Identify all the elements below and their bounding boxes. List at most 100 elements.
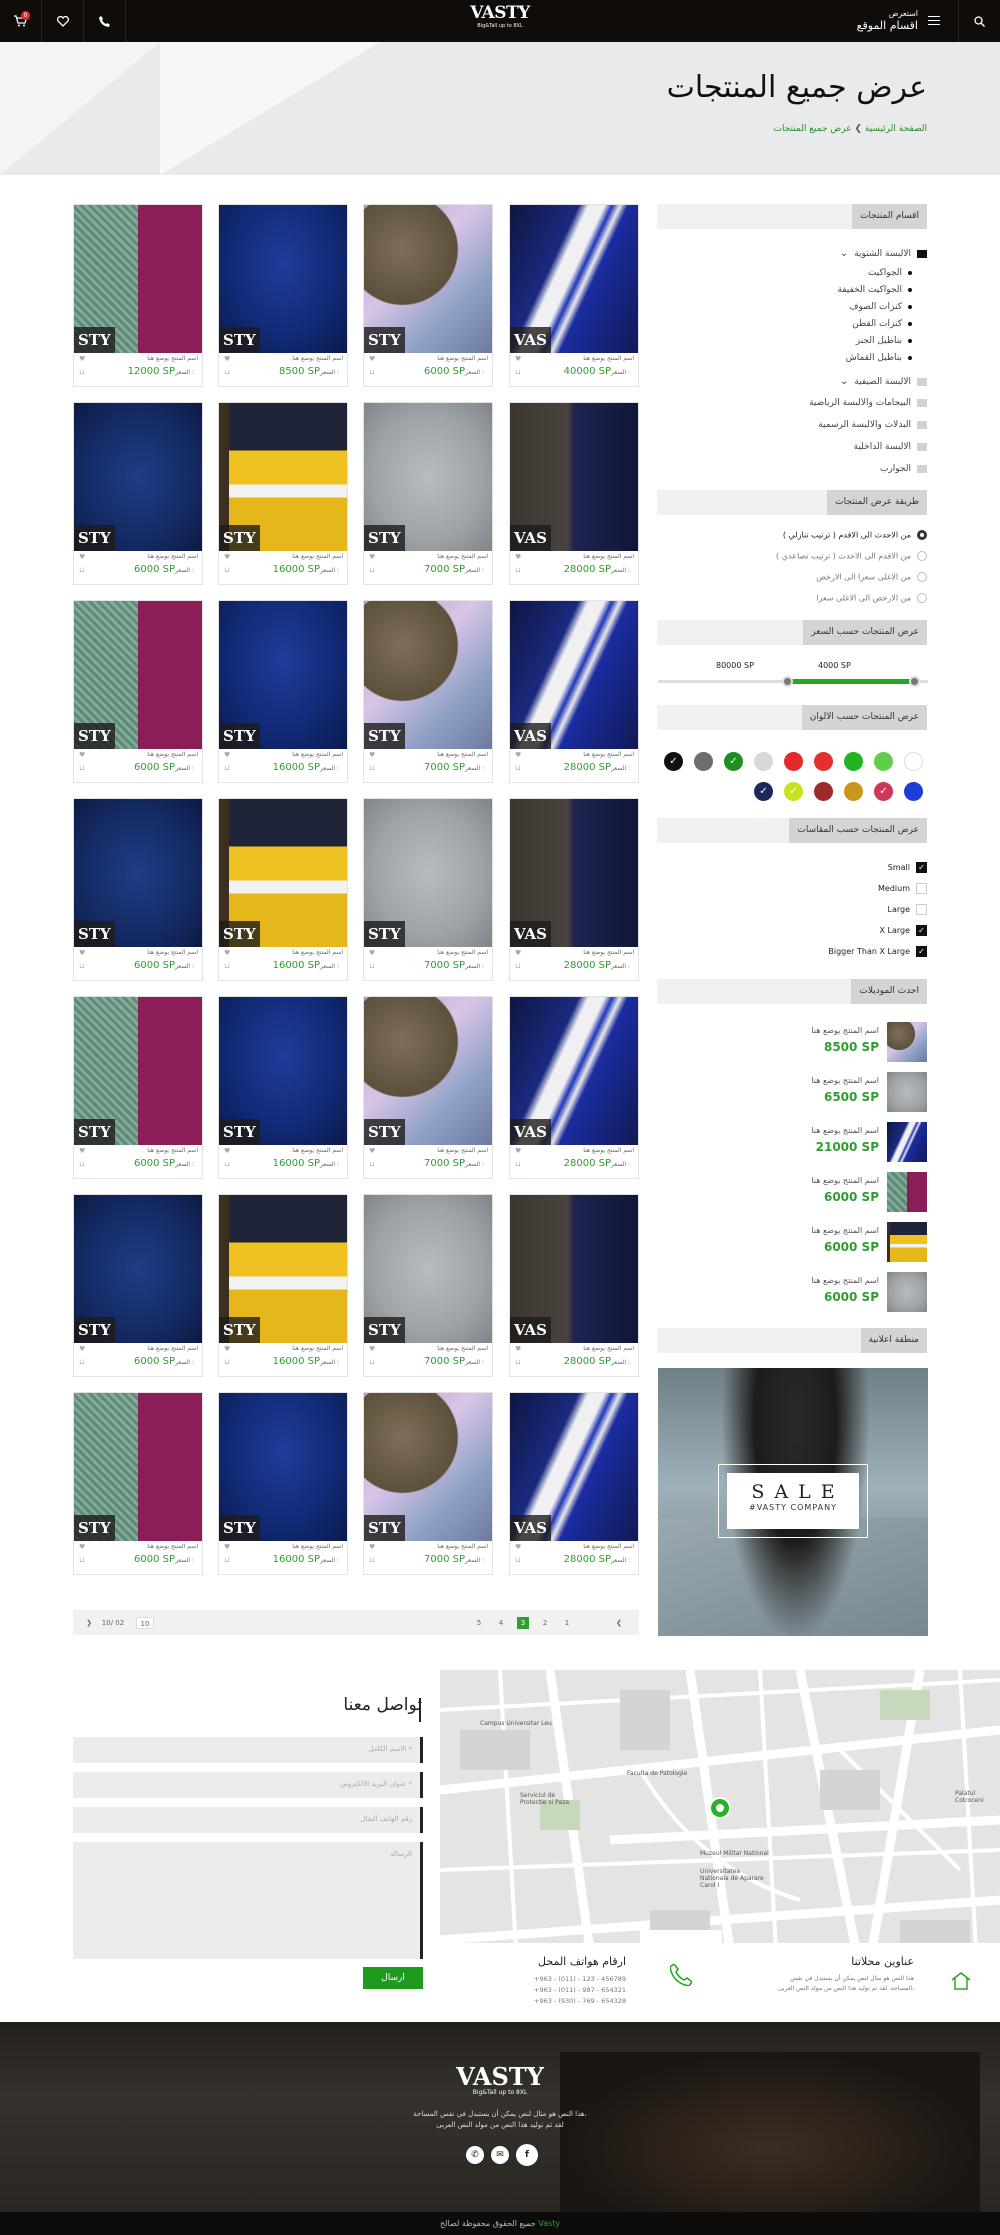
color-swatch[interactable]: ✓ — [754, 782, 773, 801]
heart-icon[interactable]: ♥ — [515, 1147, 521, 1155]
name-field[interactable]: الاسم الكامل * — [73, 1737, 423, 1763]
product-image[interactable]: STY — [364, 601, 492, 749]
product-image[interactable]: STY — [74, 403, 202, 551]
product-card[interactable]: STY اسم المنتج يوضع هنا 16000 SPالسعر : ♥ ⊔ — [218, 1194, 348, 1377]
breadcrumb-home[interactable]: الصفحة الرئيسية — [865, 124, 927, 134]
color-swatch[interactable] — [784, 752, 803, 771]
product-card[interactable]: STY اسم المنتج يوضع هنا 16000 SPالسعر : ♥ ⊔ — [218, 402, 348, 585]
color-swatch[interactable] — [814, 782, 833, 801]
heart-icon[interactable]: ♥ — [369, 1543, 375, 1551]
latest-product[interactable]: اسم المنتج يوضع هنا 6000 SP — [657, 1272, 927, 1312]
whatsapp-icon[interactable]: ✆ — [466, 2146, 484, 2164]
product-image[interactable]: STY — [364, 799, 492, 947]
product-card[interactable]: STY اسم المنتج يوضع هنا 6000 SPالسعر : ♥ ⊔ — [73, 402, 203, 585]
heart-icon[interactable]: ♥ — [515, 553, 521, 561]
cart-icon[interactable]: ⊔ — [224, 566, 229, 574]
color-swatch[interactable]: ✓ — [724, 752, 743, 771]
chevron-down-icon[interactable]: ⌄ — [840, 376, 848, 387]
heart-icon[interactable]: ♥ — [224, 751, 230, 759]
product-image[interactable]: VAS — [510, 403, 638, 551]
product-card[interactable]: STY اسم المنتج يوضع هنا 6000 SPالسعر : ♥ ⊔ — [73, 1392, 203, 1575]
category-item[interactable]: الجوارب — [880, 464, 927, 474]
product-card[interactable]: STY اسم المنتج يوضع هنا 6000 SPالسعر : ♥ ⊔ — [73, 600, 203, 783]
product-card[interactable]: STY اسم المنتج يوضع هنا 7000 SPالسعر : ♥ ⊔ — [363, 1392, 493, 1575]
heart-icon[interactable]: ♥ — [224, 1147, 230, 1155]
product-card[interactable]: VAS اسم المنتج يوضع هنا 28000 SPالسعر : ♥ ⊔ — [509, 798, 639, 981]
product-card[interactable]: STY اسم المنتج يوضع هنا 7000 SPالسعر : ♥ ⊔ — [363, 1194, 493, 1377]
heart-icon[interactable]: ♥ — [224, 355, 230, 363]
heart-icon[interactable]: ♥ — [79, 1147, 85, 1155]
subcategory-item[interactable]: الجواكيت — [868, 268, 912, 278]
price-handle-max[interactable] — [781, 676, 793, 687]
cart-icon[interactable]: ⊔ — [224, 368, 229, 376]
product-image[interactable]: VAS — [510, 601, 638, 749]
pager-page[interactable]: 4 — [495, 1617, 507, 1629]
product-image[interactable]: STY — [219, 997, 347, 1145]
latest-product-thumb[interactable] — [887, 1172, 927, 1212]
map-pin-icon[interactable] — [709, 1797, 731, 1819]
site-menu-toggle[interactable]: استعرض اقسام الموقع — [857, 9, 918, 32]
subcategory-item[interactable]: بناطيل الجنز — [856, 336, 912, 346]
heart-icon[interactable]: ♥ — [79, 1345, 85, 1353]
pager-prev[interactable]: ❮ — [613, 1617, 625, 1629]
site-logo[interactable]: VASTY Big&Tall up to 8XL — [470, 5, 530, 30]
cart-icon[interactable]: ⊔ — [369, 962, 374, 970]
latest-product-thumb[interactable] — [887, 1022, 927, 1062]
heart-icon[interactable]: ♥ — [79, 553, 85, 561]
color-swatch[interactable] — [814, 752, 833, 771]
cart-icon[interactable]: ⊔ — [79, 566, 84, 574]
heart-icon[interactable]: ♥ — [79, 1543, 85, 1551]
cart-icon[interactable]: ⊔ — [79, 962, 84, 970]
product-image[interactable]: VAS — [510, 1195, 638, 1343]
size-option[interactable]: X Large ✓ — [879, 925, 927, 936]
cart-icon[interactable]: ⊔ — [369, 1556, 374, 1564]
email-icon[interactable]: ✉ — [491, 2146, 509, 2164]
product-image[interactable]: VAS — [510, 1393, 638, 1541]
product-image[interactable]: STY — [219, 205, 347, 353]
category-item[interactable]: ⌄ الالبسة الصيفية — [840, 376, 927, 387]
heart-icon[interactable]: ♥ — [369, 553, 375, 561]
product-image[interactable]: STY — [219, 1393, 347, 1541]
cart-icon[interactable]: ⊔ — [515, 1358, 520, 1366]
heart-icon[interactable]: ♥ — [369, 751, 375, 759]
heart-icon[interactable]: ♥ — [369, 949, 375, 957]
cart-icon[interactable]: ⊔ — [79, 1358, 84, 1366]
cart-icon[interactable]: ⊔ — [79, 368, 84, 376]
heart-icon[interactable]: ♥ — [79, 949, 85, 957]
color-swatch[interactable] — [874, 752, 893, 771]
category-item[interactable]: الالبسة الداخلية — [854, 442, 927, 452]
cart-icon[interactable]: ⊔ — [515, 962, 520, 970]
product-card[interactable]: STY اسم المنتج يوضع هنا 6000 SPالسعر : ♥ ⊔ — [73, 1194, 203, 1377]
cart-icon[interactable]: ⊔ — [224, 1556, 229, 1564]
product-image[interactable]: STY — [364, 997, 492, 1145]
latest-product-thumb[interactable] — [887, 1122, 927, 1162]
product-card[interactable]: VAS اسم المنتج يوضع هنا 28000 SPالسعر : ♥ ⊔ — [509, 600, 639, 783]
heart-icon[interactable]: ♥ — [369, 1345, 375, 1353]
product-image[interactable]: STY — [364, 403, 492, 551]
heart-icon[interactable]: ♥ — [79, 751, 85, 759]
color-swatch[interactable] — [904, 752, 923, 771]
copyright-brand[interactable]: Vasty — [538, 2219, 560, 2228]
heart-icon[interactable]: ♥ — [224, 949, 230, 957]
color-swatch[interactable]: ✓ — [664, 752, 683, 771]
latest-product[interactable]: اسم المنتج يوضع هنا 8500 SP — [657, 1022, 927, 1062]
sort-option[interactable]: من الاغلى سعرا الى الارخص — [816, 572, 927, 582]
cart-icon[interactable]: ⊔ — [369, 1160, 374, 1168]
product-image[interactable]: STY — [364, 1195, 492, 1343]
phone-field[interactable]: رقم الهاتف النقال — [73, 1807, 423, 1833]
color-swatch[interactable] — [844, 752, 863, 771]
subcategory-item[interactable]: الجواكيت الخفيفة — [837, 285, 912, 295]
heart-icon[interactable]: ♥ — [515, 751, 521, 759]
sort-option[interactable]: من الاحدث الى الاقدم ( ترتيب تنازلي ) — [783, 530, 927, 540]
cart-icon[interactable]: ⊔ — [369, 566, 374, 574]
latest-product[interactable]: اسم المنتج يوضع هنا 6000 SP — [657, 1222, 927, 1262]
pager-page[interactable]: 2 — [539, 1617, 551, 1629]
product-card[interactable]: STY اسم المنتج يوضع هنا 7000 SPالسعر : ♥ ⊔ — [363, 402, 493, 585]
sort-option[interactable]: من الاقدم الى الاحدث ( ترتيب تصاعدي ) — [776, 551, 927, 561]
chevron-down-icon[interactable]: ⌄ — [840, 248, 848, 259]
product-card[interactable]: VAS اسم المنتج يوضع هنا 28000 SPالسعر : ♥ ⊔ — [509, 1194, 639, 1377]
latest-product-thumb[interactable] — [887, 1222, 927, 1262]
heart-icon[interactable]: ♥ — [515, 949, 521, 957]
product-card[interactable]: STY اسم المنتج يوضع هنا 12000 SPالسعر : ♥ ⊔ — [73, 204, 203, 387]
product-card[interactable]: STY اسم المنتج يوضع هنا 16000 SPالسعر : ♥ ⊔ — [218, 1392, 348, 1575]
